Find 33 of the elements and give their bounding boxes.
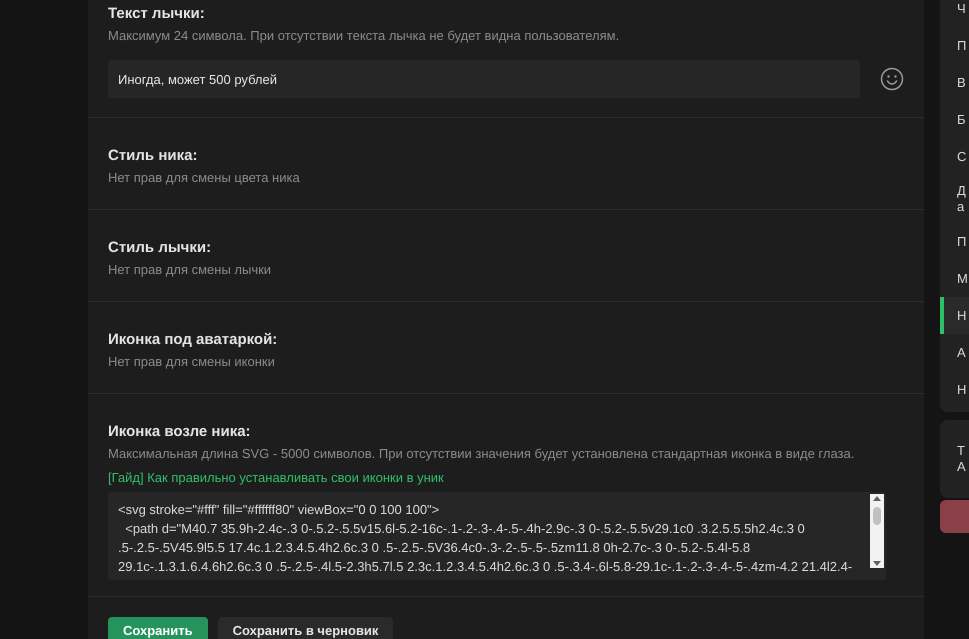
sidebar-item[interactable]: П <box>940 223 969 260</box>
scrollbar[interactable] <box>870 494 884 568</box>
guide-link[interactable]: [Гайд] Как правильно устанавливать свои иконки в уник <box>108 468 444 488</box>
sidebar-item[interactable]: Д а <box>940 175 969 223</box>
sidebar-item[interactable]: П <box>940 27 969 64</box>
hint-text: Максимум 24 символа. При отсутствии текста лычка не будет видна пользователям. <box>108 27 620 45</box>
hint-text: Максимальная длина SVG - 5000 символов. При отсутствии значения будет установлена стандартная иконка в виде глаза. <box>108 445 856 463</box>
sidebar-item[interactable]: Ч <box>940 0 969 27</box>
sidebar-item[interactable]: В <box>940 64 969 101</box>
section-title: Текст лычки: <box>108 4 206 24</box>
save-button[interactable]: Сохранить <box>108 617 208 639</box>
section-title: Стиль лычки: <box>108 238 212 258</box>
arrow-down-icon[interactable] <box>873 561 881 566</box>
section-title: Стиль ника: <box>108 146 198 166</box>
sidebar-item[interactable]: С <box>940 138 969 175</box>
sidebar-item[interactable]: А <box>940 334 969 371</box>
hint-text: Нет прав для смены иконки <box>108 353 276 371</box>
selection-bar <box>940 297 944 334</box>
card-text: Т А <box>957 443 966 475</box>
arrow-up-icon[interactable] <box>873 496 881 501</box>
sidebar-item[interactable]: Н <box>940 371 969 408</box>
sidebar-item[interactable]: Б <box>940 101 969 138</box>
scroll-thumb[interactable] <box>873 507 881 525</box>
hint-text: Нет прав для смены лычки <box>108 261 272 279</box>
save-draft-button[interactable]: Сохранить в черновик <box>218 617 394 639</box>
sidebar-item[interactable]: М <box>940 260 969 297</box>
section-title: Иконка под аватаркой: <box>108 330 278 350</box>
code-textarea[interactable]: <svg stroke="#fff" fill="#ffffff80" viewBox="0 0 100 100"> <path d="M40.7 35.9h-2.4c-.3 0-.5.2-.5.5v15.6l-5.2-16c-.1-.2-.3-.4-.5-.4h-2.9c-.3 0-.5.2-.5.5v29.1c0 .3.2.5.5.5h2.4c.3 0 .5-.2.5-.5V45.9l5.5 17.4c.1.2.3.4.5.4h2.6c.3 0 .5-.2.5-.5V36.4c0-.3-.2-.5-.5-.5zm11.8 0h-2.7c-.3 0-.5.2-.5.4l-5.8 29.1c-.1.3.1.6.4.6h2.6c.3 0 .5-.2.5-.4l.5-2.3h5.7l.5 2.3c.1.2.3.4.5.4h2.6c.3 0 .5-.3.4-.6l-5.8-29.1c-.1-.2-.3-.4-.5-.4zm-4.2 21.4l2.4- <box>108 492 886 580</box>
section-title: Иконка возле ника: <box>108 422 252 442</box>
hint-text: Нет прав для смены цвета ника <box>108 169 301 187</box>
text-input-field[interactable]: Иногда, может 500 рублей <box>108 60 860 98</box>
smiley-icon[interactable] <box>880 67 904 91</box>
sidebar-item[interactable]: Н <box>940 297 969 334</box>
